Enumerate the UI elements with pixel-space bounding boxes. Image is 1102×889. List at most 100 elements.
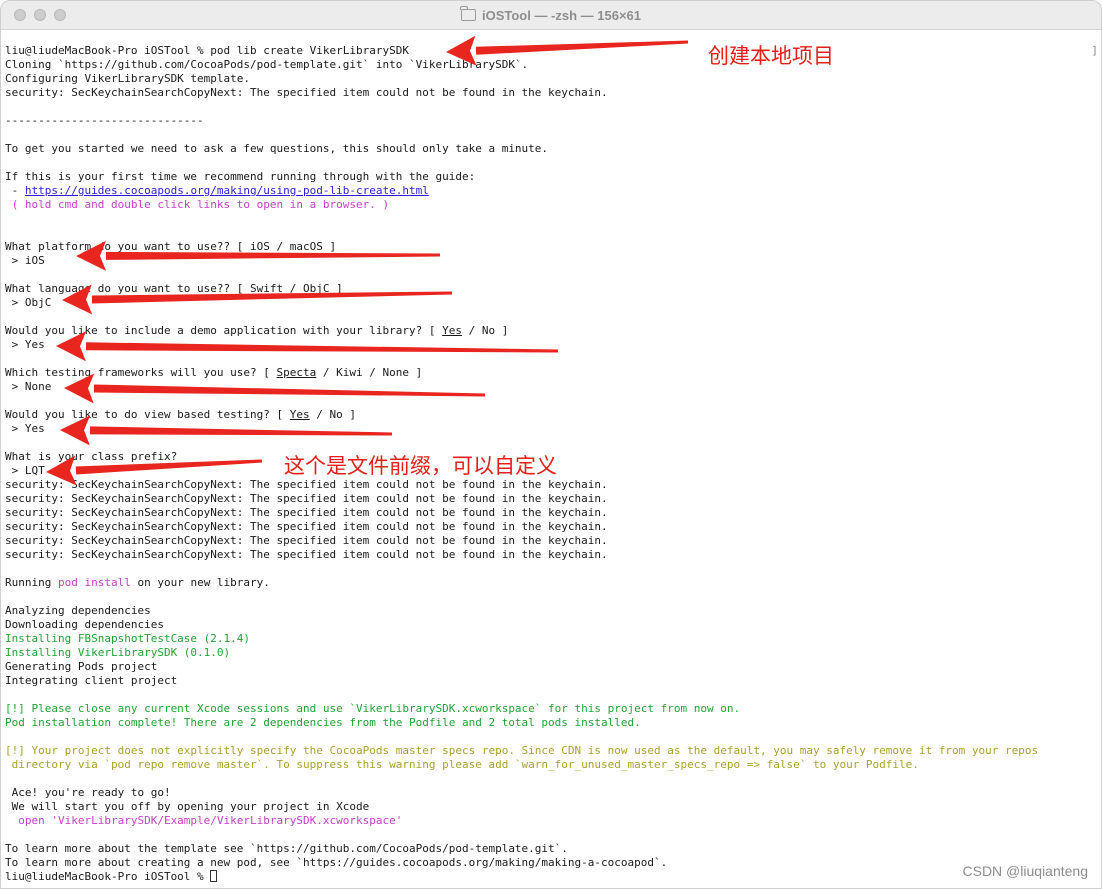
terminal-line: What platform do you want to use?? [ iOS… (5, 240, 1100, 254)
terminal-line: Generating Pods project (5, 660, 1100, 674)
terminal-line: ------------------------------ (5, 114, 1100, 128)
terminal-text: ( hold cmd and double click links to ope… (5, 198, 390, 211)
terminal-line: Downloading dependencies (5, 618, 1100, 632)
terminal-line: Integrating client project (5, 674, 1100, 688)
window-title: iOSTool — -zsh — 156×61 (460, 6, 642, 23)
terminal-line: security: SecKeychainSearchCopyNext: The… (5, 520, 1100, 534)
terminal-line: security: SecKeychainSearchCopyNext: The… (5, 506, 1100, 520)
terminal-line: Which testing frameworks will you use? [… (5, 366, 1100, 380)
watermark: CSDN @liuqianteng (962, 863, 1089, 879)
terminal-text: We will start you off by opening your pr… (5, 800, 370, 813)
terminal-line: What language do you want to use?? [ Swi… (5, 282, 1100, 296)
folder-icon (460, 6, 476, 21)
terminal-line: We will start you off by opening your pr… (5, 800, 1100, 814)
terminal-text: Installing FBSnapshotTestCase (2.1.4) (5, 632, 251, 645)
terminal-text: Specta (276, 366, 317, 379)
terminal-line: [!] Please close any current Xcode sessi… (5, 702, 1100, 716)
terminal-text: To get you started we need to ask a few … (5, 142, 549, 155)
terminal-text: security: SecKeychainSearchCopyNext: The… (5, 534, 608, 547)
minimize-button[interactable] (34, 9, 46, 21)
terminal-text: Pod installation complete! There are 2 d… (5, 716, 641, 729)
text-cursor (210, 870, 218, 882)
terminal-text: [!] Your project does not explicitly spe… (5, 744, 1039, 757)
terminal-text: Downloading dependencies (5, 618, 164, 631)
terminal-line: To learn more about the template see `ht… (5, 842, 1100, 856)
terminal-text: Which testing frameworks will you use? [ (5, 366, 277, 379)
terminal-text: What platform do you want to use?? [ iOS… (5, 240, 337, 253)
terminal-line: Installing VikerLibrarySDK (0.1.0) (5, 646, 1100, 660)
terminal-text: / No ] (309, 408, 357, 421)
terminal-text: Would you like to include a demo applica… (5, 324, 443, 337)
terminal-text: open 'VikerLibrarySDK/Example/VikerLibra… (5, 814, 403, 827)
terminal-line: security: SecKeychainSearchCopyNext: The… (5, 534, 1100, 548)
terminal-line: Installing FBSnapshotTestCase (2.1.4) (5, 632, 1100, 646)
terminal-line: security: SecKeychainSearchCopyNext: The… (5, 548, 1100, 562)
terminal-text: security: SecKeychainSearchCopyNext: The… (5, 548, 608, 561)
terminal-text: > Yes (5, 422, 45, 435)
terminal-text: liu@liudeMacBook-Pro iOSTool % pod lib c… (5, 44, 409, 57)
terminal-text: Yes (289, 408, 310, 421)
terminal-line: > Yes (5, 338, 1100, 352)
terminal-text: What is your class prefix? (5, 450, 178, 463)
terminal-line: Running pod install on your new library. (5, 576, 1100, 590)
terminal-text: Would you like to do view based testing?… (5, 408, 290, 421)
terminal-text: Integrating client project (5, 674, 178, 687)
terminal-text: liu@liudeMacBook-Pro iOSTool % (5, 870, 211, 883)
annotation-create-local-project: 创建本地项目 (708, 44, 834, 68)
terminal-text: Analyzing dependencies (5, 604, 151, 617)
terminal-line: security: SecKeychainSearchCopyNext: The… (5, 492, 1100, 506)
terminal-line: > None (5, 380, 1100, 394)
terminal-text: / No ] (461, 324, 509, 337)
title-bar[interactable]: iOSTool — -zsh — 156×61 (1, 1, 1101, 30)
annotation-file-prefix-note: 这个是文件前缀，可以自定义 (284, 454, 557, 478)
terminal-text: Yes (442, 324, 462, 337)
terminal-text: Configuring VikerLibrarySDK template. (5, 72, 251, 85)
terminal-text: / Kiwi / None ] (316, 366, 423, 379)
terminal-text: directory via `pod repo remove master`. … (5, 758, 919, 771)
terminal-line: > iOS (5, 254, 1100, 268)
terminal-line: Would you like to do view based testing?… (5, 408, 1100, 422)
terminal-line: Ace! you're ready to go! (5, 786, 1100, 800)
terminal-line: directory via `pod repo remove master`. … (5, 758, 1100, 772)
guide-link[interactable]: https://guides.cocoapods.org/making/usin… (25, 184, 429, 197)
terminal-text: > ObjC (5, 296, 52, 309)
window-controls (14, 9, 66, 21)
terminal-text: To learn more about creating a new pod, … (5, 856, 668, 869)
terminal-text: What language do you want to use?? [ Swi… (5, 282, 343, 295)
terminal-line: Would you like to include a demo applica… (5, 324, 1100, 338)
terminal-text: pod install (57, 576, 131, 589)
terminal-text: Installing VikerLibrarySDK (0.1.0) (5, 646, 231, 659)
terminal-line: To learn more about creating a new pod, … (5, 856, 1100, 870)
terminal-line: > ObjC (5, 296, 1100, 310)
terminal-text: Running (5, 576, 58, 589)
window-title-text: iOSTool — -zsh — 156×61 (481, 7, 642, 23)
terminal-line: > Yes (5, 422, 1100, 436)
terminal-text: on your new library. (130, 576, 270, 589)
zoom-button[interactable] (54, 9, 66, 21)
terminal-line: To get you started we need to ask a few … (5, 142, 1100, 156)
terminal-text: ------------------------------ (5, 114, 204, 127)
terminal-line: [!] Your project does not explicitly spe… (5, 744, 1100, 758)
terminal-line: Analyzing dependencies (5, 604, 1100, 618)
terminal-text: security: SecKeychainSearchCopyNext: The… (5, 520, 608, 533)
terminal-text: > LQT (5, 464, 45, 477)
terminal-text: security: SecKeychainSearchCopyNext: The… (5, 492, 608, 505)
terminal-line: security: SecKeychainSearchCopyNext: The… (5, 86, 1100, 100)
terminal-text: If this is your first time we recommend … (5, 170, 476, 183)
terminal-line: security: SecKeychainSearchCopyNext: The… (5, 478, 1100, 492)
terminal-text: > Yes (5, 338, 45, 351)
close-button[interactable] (14, 9, 26, 21)
